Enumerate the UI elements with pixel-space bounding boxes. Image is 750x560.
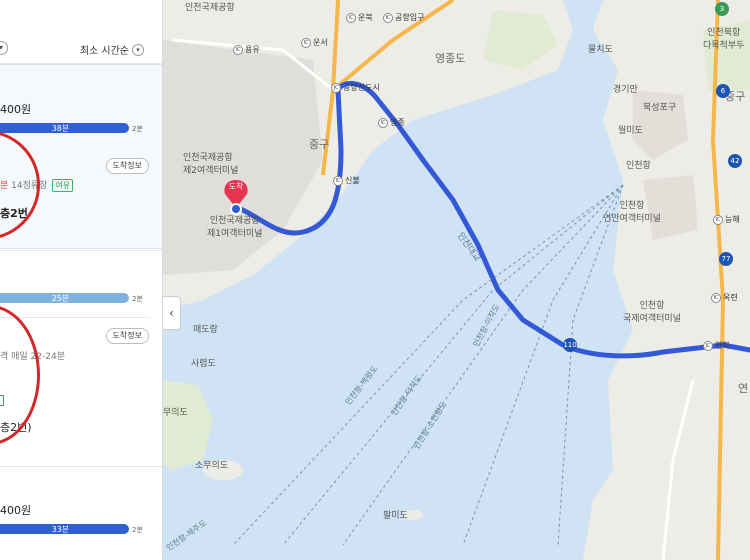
ic-neungheo[interactable]: IC 능해 (713, 214, 740, 225)
ic-yongyu[interactable]: IC 용유 (233, 44, 260, 55)
jc-icon: JC (703, 340, 713, 351)
ic-unseo[interactable]: IC 운서 (301, 37, 328, 48)
ic-icon: IC (383, 12, 393, 23)
route-time-label: 25분 (51, 293, 70, 303)
map-label-yeongjongdo: 영종도 (435, 52, 466, 65)
walk-time-label: 2분 (132, 125, 143, 133)
walk-time-label: 2분 (132, 526, 143, 534)
route-fare: 400원 (0, 103, 32, 116)
map-label-north-terminal: 인천북항 다목적부두 (703, 28, 745, 51)
route-time-label: 33분 (51, 524, 70, 534)
map-label-gyeonggiman: 경기만 (613, 85, 638, 95)
map-label-incheon-port: 인천항 (626, 161, 651, 171)
collapse-panel-button[interactable]: ‹ (163, 296, 181, 330)
highway-6-shield: 6 (716, 84, 730, 98)
divider (0, 317, 150, 318)
route-time-label: 38분 (51, 123, 70, 133)
map-view[interactable]: 인천국제공항 인천국제공항 제2여객터미널 인천국제공항 제1여객터미널 도착 … (163, 0, 750, 560)
arrival-pin[interactable]: 도착 (224, 181, 248, 192)
map-label-sarido: 사렴도 (191, 359, 216, 369)
route-time-bar: 38분 (0, 123, 129, 133)
jc-yeonhak[interactable]: JC 연학 (703, 340, 730, 351)
map-canvas (163, 0, 750, 560)
panel-header: ▾ 최소 시간순 ▾ (0, 0, 162, 64)
ic-yeongjong[interactable]: IC 영종 (378, 117, 405, 128)
ic-unbuk[interactable]: IC 운북 (346, 12, 373, 23)
route-time-bar: 25분 (0, 293, 129, 303)
map-label-t1: 인천국제공항 제1여객터미널 (207, 216, 263, 239)
ic-ongnyeon[interactable]: IC 옥련 (711, 292, 738, 303)
map-label-palmido: 팔미도 (383, 511, 408, 521)
map-label-intl-terminal: 인천항 국제여객터미널 (623, 301, 681, 324)
arrival-info-button[interactable]: 도착정보 (105, 328, 149, 344)
route-results-panel: ▾ 최소 시간순 ▾ 400원 38분 2분 도착정보 분 14정류장 여유 층… (0, 0, 163, 560)
map-label-t2: 인천국제공항 제2여객터미널 (183, 153, 239, 176)
ic-icon: IC (333, 175, 343, 186)
map-label-yeon: 연 (738, 382, 749, 395)
map-label-bukseong: 북성포구 (643, 103, 677, 113)
route-time-bar: 33분 (0, 524, 129, 534)
highway-42-shield: 42 (728, 154, 742, 168)
chevron-down-icon: ▾ (132, 43, 144, 56)
map-label-mudo: 매도랑 (193, 325, 218, 335)
ic-airport-entry[interactable]: IC 공항입구 (383, 12, 424, 23)
sort-label: 최소 시간순 (79, 46, 129, 57)
arrival-info-button[interactable]: 도착정보 (105, 158, 149, 174)
ic-icon: IC (711, 292, 721, 303)
map-label-somuido: 소무의도 (195, 461, 229, 471)
map-label-junggu: 중구 (309, 138, 330, 151)
route-fare: 400원 (0, 504, 32, 517)
ic-sinbul[interactable]: IC 신불 (333, 175, 360, 186)
jc-icon: JC (331, 82, 341, 93)
route-card-3[interactable]: 400원 33분 2분 (0, 467, 162, 560)
highway-3-shield: 3 (715, 2, 729, 16)
map-label-wolmido: 월미도 (618, 126, 643, 136)
sort-dropdown[interactable]: 최소 시간순 ▾ (80, 42, 144, 57)
ic-icon: IC (713, 214, 723, 225)
map-label-mulchido: 물치도 (588, 45, 613, 55)
crowd-badge: 여유 (52, 179, 74, 192)
map-label-yeonan-terminal: 인천항 연안여객터미널 (603, 201, 661, 224)
highway-77-shield: 77 (719, 252, 733, 266)
ic-icon: IC (346, 12, 356, 23)
ic-icon: IC (378, 117, 388, 128)
ic-icon: IC (301, 37, 311, 48)
highway-110-shield: 110 (563, 338, 577, 352)
filter-dropdown-icon[interactable]: ▾ (0, 41, 8, 55)
map-label-muuido: 무의도 (163, 408, 188, 418)
walk-time-label: 2분 (132, 295, 143, 303)
ic-icon: IC (233, 44, 243, 55)
map-label: 인천국제공항 (185, 3, 235, 13)
jc-airport-newcity[interactable]: JC 공항신도시 (331, 82, 380, 93)
